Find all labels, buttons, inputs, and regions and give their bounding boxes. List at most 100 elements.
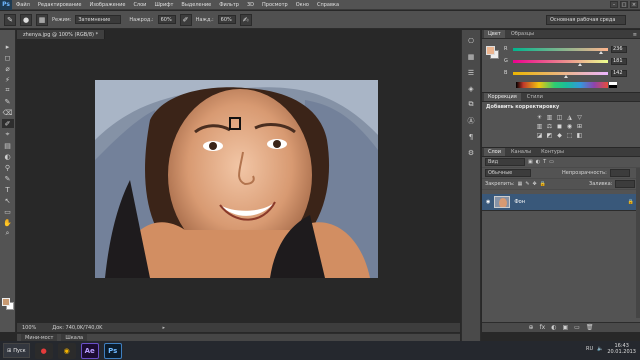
blend-mode-select[interactable]: Обычные	[485, 169, 531, 177]
chrome-app-icon[interactable]: ◉	[57, 342, 76, 359]
channel-r-thumb[interactable]	[599, 50, 604, 54]
filter-shape-icon[interactable]: ▭	[549, 159, 554, 165]
workspace-select[interactable]: Основная рабочая среда	[546, 15, 626, 25]
photo-filter-icon[interactable]: ◉	[566, 123, 573, 130]
menu-3d[interactable]: 3D	[243, 2, 258, 8]
brush-panel-icon[interactable]: ▦	[36, 13, 48, 26]
channel-b-thumb[interactable]	[564, 74, 569, 78]
record-app-icon[interactable]: ●	[34, 342, 53, 359]
menu-help[interactable]: Справка	[313, 2, 343, 8]
filter-pixel-icon[interactable]: ▣	[528, 159, 533, 165]
menu-edit[interactable]: Редактирование	[34, 2, 86, 8]
volume-icon[interactable]: 🔈	[597, 346, 603, 352]
start-button[interactable]: ⊞ Пуск	[3, 343, 30, 358]
panel-menu-icon[interactable]: ≡	[633, 32, 637, 38]
tab-color[interactable]: Цвет	[484, 30, 505, 38]
photoshop-app-icon[interactable]: Ps	[103, 342, 122, 359]
exposure-icon[interactable]: ◮	[566, 114, 573, 121]
new-layer-icon[interactable]: ▭	[574, 324, 580, 331]
document-tab[interactable]: zhenya.jpg @ 100% (RGB/8) *	[17, 30, 106, 39]
history-brush-icon[interactable]: ▤	[2, 141, 14, 150]
menu-view[interactable]: Просмотр	[258, 2, 292, 8]
gradient-tool-icon[interactable]: ⚲	[2, 163, 14, 172]
channel-b-slider[interactable]	[513, 71, 608, 78]
threshold-icon[interactable]: ◆	[556, 132, 563, 139]
airbrush-icon[interactable]: ✐	[179, 13, 192, 26]
adjustment-layer-icon[interactable]: ◐	[551, 324, 556, 331]
type-tool-icon[interactable]: T	[2, 185, 14, 194]
marquee-tool-icon[interactable]: ◻	[2, 53, 14, 62]
shape-tool-icon[interactable]: ▭	[2, 207, 14, 216]
link-layers-icon[interactable]: ⊕	[529, 324, 534, 331]
layers-scrollbar[interactable]	[636, 168, 640, 318]
burn-tool-icon[interactable]: ✎	[4, 13, 16, 26]
pressure-field[interactable]: 60%	[157, 15, 176, 24]
properties-icon[interactable]: ☰	[465, 67, 477, 78]
channel-g-slider[interactable]	[513, 59, 608, 66]
curves-icon[interactable]: ◫	[556, 114, 563, 121]
menu-image[interactable]: Изображение	[85, 2, 129, 8]
tab-adjustments[interactable]: Коррекция	[484, 93, 521, 101]
history-icon[interactable]: ⎔	[465, 35, 477, 46]
lock-all-icon[interactable]: 🔒	[540, 181, 546, 187]
vibrance-icon[interactable]: ▽	[576, 114, 583, 121]
zoom-level[interactable]: 100%	[22, 325, 36, 331]
eraser-tool-icon[interactable]: ◐	[2, 152, 14, 161]
image-canvas[interactable]	[95, 80, 378, 278]
menu-type[interactable]: Шрифт	[150, 2, 177, 8]
channel-b-value[interactable]: 142	[611, 69, 627, 77]
pen-tool-icon[interactable]: ✎	[2, 174, 14, 183]
color-foreground-swatch[interactable]	[486, 46, 495, 55]
hue-saturation-icon[interactable]: ▥	[536, 123, 543, 130]
character-icon[interactable]: Ⓐ	[465, 115, 477, 126]
hand-tool-icon[interactable]: ✋	[2, 218, 14, 227]
color-balance-icon[interactable]: ⚖	[546, 123, 553, 130]
tab-swatches[interactable]: Образцы	[507, 30, 538, 38]
visibility-eye-icon[interactable]: ◉	[486, 199, 490, 205]
pen-pressure-icon[interactable]: ✍	[239, 13, 252, 26]
path-select-icon[interactable]: ↖	[2, 196, 14, 205]
healing-tool-icon[interactable]: ⌫	[2, 108, 14, 117]
channel-r-slider[interactable]	[513, 47, 608, 54]
trash-icon[interactable]: 🗑	[586, 324, 594, 331]
channel-mixer-icon[interactable]: ⊞	[576, 123, 583, 130]
status-menu-arrow[interactable]: ▸	[162, 325, 165, 331]
layer-row-background[interactable]: ◉ Фон 🔒	[482, 194, 640, 211]
after-effects-app-icon[interactable]: Ae	[80, 342, 99, 359]
lock-image-icon[interactable]: ✎	[525, 181, 529, 187]
tool-presets-icon[interactable]: ⚙	[465, 147, 477, 158]
paragraph-icon[interactable]: ¶	[465, 131, 477, 142]
mode-select[interactable]: Затемнение	[75, 15, 122, 24]
color-spectrum[interactable]	[516, 82, 608, 88]
channel-r-value[interactable]: 236	[611, 45, 627, 53]
close-button[interactable]: ×	[630, 1, 638, 8]
gradient-map-icon[interactable]: ⬚	[566, 132, 573, 139]
channel-g-value[interactable]: 181	[611, 57, 627, 65]
selective-color-icon[interactable]: ◧	[576, 132, 583, 139]
brush-tool-icon[interactable]: ✐	[1, 119, 14, 128]
crop-tool-icon[interactable]: ⌗	[2, 86, 14, 95]
black-white-swatch[interactable]	[609, 82, 617, 88]
press-field[interactable]: 60%	[217, 15, 236, 24]
maximize-button[interactable]: □	[620, 1, 628, 8]
mask-icon[interactable]: ▣	[562, 324, 568, 331]
layer-kind-filter[interactable]: Вид	[485, 158, 525, 166]
levels-icon[interactable]: ▥	[546, 114, 553, 121]
posterize-icon[interactable]: ◩	[546, 132, 553, 139]
tab-styles[interactable]: Стили	[523, 93, 547, 101]
brightness-icon[interactable]: ☀	[536, 114, 543, 121]
quick-select-tool-icon[interactable]: ⚡	[2, 75, 14, 84]
menu-window[interactable]: Окно	[292, 2, 313, 8]
layer-style-icon[interactable]: fx	[540, 324, 546, 331]
fill-field[interactable]	[615, 180, 636, 188]
move-tool-icon[interactable]: ▸	[2, 42, 14, 51]
zoom-tool-icon[interactable]: ⌕	[2, 229, 14, 238]
lock-transparent-icon[interactable]: ▦	[518, 181, 523, 187]
minimize-button[interactable]: –	[610, 1, 618, 8]
filter-adjustment-icon[interactable]: ◐	[536, 159, 540, 165]
stamp-tool-icon[interactable]: ⌖	[2, 130, 14, 139]
lasso-tool-icon[interactable]: ⌀	[2, 64, 14, 73]
timeline-tab[interactable]: Шкала	[61, 334, 88, 341]
layer-name[interactable]: Фон	[514, 199, 525, 205]
mini-bridge-tab[interactable]: Мини-мост	[21, 334, 58, 341]
